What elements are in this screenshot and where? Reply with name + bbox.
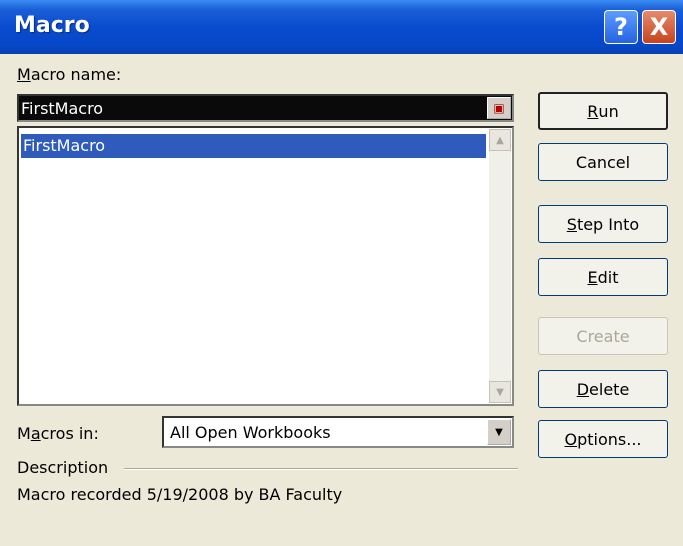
window-title: Macro: [14, 13, 90, 38]
description-divider: [124, 468, 518, 470]
edit-button[interactable]: Edit: [538, 258, 668, 296]
macros-in-value: All Open Workbooks: [170, 423, 331, 442]
down-arrow-icon: ▼: [496, 386, 504, 398]
title-bar: Macro ? X: [0, 0, 683, 54]
options-button[interactable]: Options...: [538, 420, 668, 458]
macro-name-label: Macro name:: [17, 65, 122, 84]
scroll-down-button[interactable]: ▼: [489, 381, 511, 403]
step-into-button[interactable]: Step Into: [538, 205, 668, 243]
up-arrow-icon: ▲: [496, 134, 504, 146]
macro-name-input[interactable]: [21, 97, 481, 119]
close-button[interactable]: X: [642, 10, 676, 44]
description-heading: Description: [17, 458, 109, 477]
macros-in-label: Macros in:: [17, 424, 99, 443]
collapse-dialog-button[interactable]: ▣: [487, 97, 511, 119]
close-icon: X: [649, 13, 669, 41]
cancel-button[interactable]: Cancel: [538, 143, 668, 181]
list-scrollbar[interactable]: ▲ ▼: [489, 129, 511, 403]
collapse-dialog-icon: ▣: [493, 101, 505, 115]
description-text: Macro recorded 5/19/2008 by BA Faculty: [17, 485, 343, 504]
help-button[interactable]: ?: [604, 10, 638, 44]
create-button[interactable]: Create: [538, 317, 668, 355]
macros-in-select[interactable]: All Open Workbooks ▼: [162, 416, 514, 448]
macro-name-field[interactable]: ▣: [17, 94, 514, 122]
delete-button[interactable]: Delete: [538, 370, 668, 408]
macro-list[interactable]: FirstMacro ▲ ▼: [17, 126, 514, 406]
dropdown-arrow-icon: ▼: [495, 426, 503, 438]
scroll-up-button[interactable]: ▲: [489, 129, 511, 151]
list-item[interactable]: FirstMacro: [21, 134, 486, 158]
help-icon: ?: [614, 13, 628, 41]
macros-in-dropdown-button[interactable]: ▼: [487, 419, 511, 445]
run-button[interactable]: Run: [538, 92, 668, 130]
